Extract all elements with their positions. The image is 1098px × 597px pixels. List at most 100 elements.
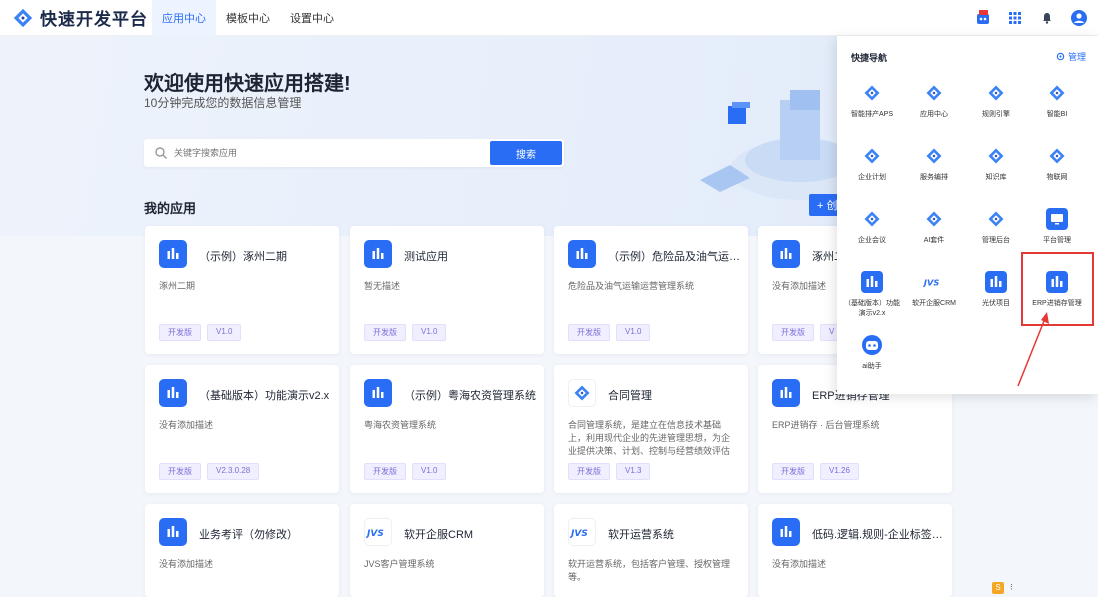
app-card-title: （示例）涿州二期 (199, 251, 287, 263)
svg-text:JVS: JVS (570, 529, 588, 538)
app-card-desc: 涿州二期 (159, 281, 196, 291)
tab-app-center[interactable]: 应用中心 (152, 0, 216, 36)
jvs-icon: JVS (364, 518, 392, 546)
quick-nav-title: 快捷导航 (851, 53, 888, 63)
app-tag: 开发版 (364, 463, 406, 480)
svg-text:JVS: JVS (366, 529, 384, 538)
logo-icon (568, 379, 596, 407)
quick-nav-label: ai助手 (862, 363, 882, 370)
app-card-title: 低码.逻辑.规则-企业标签管理 (812, 529, 947, 541)
app-card-title: 软开运营系统 (608, 529, 674, 541)
app-card-title: 测试应用 (404, 251, 448, 263)
app-card-title: （示例）危险品及油气运输... (608, 251, 743, 263)
app-tag: V1.0 (616, 324, 651, 341)
app-tag: 开发版 (159, 463, 201, 480)
app-card[interactable]: （示例）涿州二期涿州二期开发版 V1.0 (145, 226, 339, 354)
quick-nav-item[interactable]: ai助手 (841, 334, 903, 384)
logo-icon (1046, 145, 1068, 167)
top-bar: 快速开发平台 应用中心 模板中心 设置中心 (0, 0, 1098, 36)
app-card[interactable]: JVS 软开企服CRM JVS客户管理系统 (350, 504, 544, 597)
quick-nav-label: AI套件 (923, 237, 945, 244)
app-card-desc: 软开运营系统，包括客户管理、授权管理等。 (568, 559, 731, 582)
app-card-title: 业务考评（勿修改） (199, 529, 298, 541)
app-tag: 开发版 (772, 324, 814, 341)
quick-nav-label: 管理后台 (982, 237, 1010, 244)
quick-nav-item[interactable]: 智能BI (1026, 82, 1088, 132)
app-card-tags: 开发版 V (772, 324, 844, 341)
bell-icon[interactable] (1038, 9, 1056, 27)
app-card-title: 合同管理 (608, 390, 652, 402)
app-card-tags: 开发版 V1.0 (159, 324, 242, 341)
quick-nav-item[interactable]: 平台管理 (1026, 208, 1088, 258)
app-card-title: （示例）粤海农资管理系统 (404, 390, 536, 402)
tab-settings-center[interactable]: 设置中心 (280, 0, 344, 36)
quick-nav-item[interactable]: 智能排产APS (841, 82, 903, 132)
app-card-desc: 暂无描述 (364, 281, 401, 291)
app-card-tags: 开发版 V1.0 (364, 324, 447, 341)
search-icon (155, 147, 167, 159)
quick-nav-item[interactable]: 规则引擎 (965, 82, 1027, 132)
search-input[interactable] (174, 148, 494, 158)
quick-nav-item[interactable]: 管理后台 (965, 208, 1027, 258)
app-card-desc: 没有添加描述 (159, 420, 214, 430)
ai-robot-icon[interactable] (974, 9, 992, 27)
csdn-icon[interactable]: S (992, 582, 1004, 594)
quick-nav-manage-button[interactable]: 管理 (1056, 50, 1086, 63)
app-tag: 开发版 (159, 324, 201, 341)
app-card-desc: 没有添加描述 (772, 559, 827, 569)
app-card-desc: 合同管理系统，是建立在信息技术基础上，利用现代企业的先进管理思想，为企业提供决策… (568, 420, 731, 456)
quick-nav-label: 应用中心 (920, 111, 948, 118)
logo-icon (923, 145, 945, 167)
logo-icon (861, 145, 883, 167)
app-tag: V1.26 (820, 463, 859, 480)
tab-template-center[interactable]: 模板中心 (216, 0, 280, 36)
logo-icon (985, 82, 1007, 104)
app-card-desc: JVS客户管理系统 (364, 559, 435, 569)
quick-nav-item[interactable]: 企业会议 (841, 208, 903, 258)
app-card-desc: 粤海农资管理系统 (364, 420, 437, 430)
manage-label: 管理 (1067, 52, 1086, 62)
hero-illustration (700, 90, 850, 200)
app-logo[interactable]: 快速开发平台 (12, 5, 152, 30)
logo-icon (861, 82, 883, 104)
quick-nav-item[interactable]: AI套件 (903, 208, 965, 258)
app-tag: 开发版 (568, 463, 610, 480)
more-icon[interactable]: ⁝ (1010, 582, 1020, 594)
app-card-desc: 危险品及油气运输运营管理系统 (568, 281, 695, 291)
logo-icon (985, 145, 1007, 167)
app-card-title: 软开企服CRM (404, 529, 474, 541)
chart-icon (568, 240, 596, 268)
search-button[interactable]: 搜索 (490, 141, 562, 165)
top-right-actions (974, 0, 1088, 36)
app-card[interactable]: 测试应用暂无描述开发版 V1.0 (350, 226, 544, 354)
chart-icon (985, 271, 1007, 293)
apps-grid-icon[interactable] (1006, 9, 1024, 27)
chart-icon (364, 240, 392, 268)
logo-icon (985, 208, 1007, 230)
app-tag: V1.0 (412, 324, 447, 341)
app-card[interactable]: （示例）危险品及油气运输... 危险品及油气运输运营管理系统开发版 V1.0 (554, 226, 748, 354)
quick-nav-item[interactable]: 应用中心 (903, 82, 965, 132)
quick-nav-item[interactable]: 知识库 (965, 145, 1027, 195)
main-nav: 应用中心 模板中心 设置中心 (152, 0, 344, 36)
app-card[interactable]: 低码.逻辑.规则-企业标签管理没有添加描述 (758, 504, 952, 597)
quick-nav-item[interactable]: （基础版本）功能演示v2.x (841, 271, 903, 321)
logo-icon (923, 82, 945, 104)
app-card[interactable]: JVS 软开运营系统软开运营系统，包括客户管理、授权管理等。 (554, 504, 748, 597)
quick-nav-item[interactable]: 服务编排 (903, 145, 965, 195)
app-card[interactable]: 业务考评（勿修改） 没有添加描述 (145, 504, 339, 597)
bottom-right-tools: S ⁝ (992, 582, 1020, 594)
jvs-icon: JVS (923, 271, 945, 293)
app-tag: 开发版 (568, 324, 610, 341)
quick-nav-item[interactable]: 物联网 (1026, 145, 1088, 195)
app-card[interactable]: 合同管理合同管理系统，是建立在信息技术基础上，利用现代企业的先进管理思想，为企业… (554, 365, 748, 493)
quick-nav-item[interactable]: JVS 软开企服CRM (903, 271, 965, 321)
chart-icon (861, 271, 883, 293)
chart-icon (159, 240, 187, 268)
avatar[interactable] (1070, 9, 1088, 27)
app-card[interactable]: （示例）粤海农资管理系统 粤海农资管理系统 开发版 V1.0 (350, 365, 544, 493)
chart-icon (364, 379, 392, 407)
app-card[interactable]: （基础版本）功能演示v2.x 没有添加描述 开发版 V2.3.0.28 (145, 365, 339, 493)
logo-icon (861, 208, 883, 230)
quick-nav-item[interactable]: 企业计划 (841, 145, 903, 195)
